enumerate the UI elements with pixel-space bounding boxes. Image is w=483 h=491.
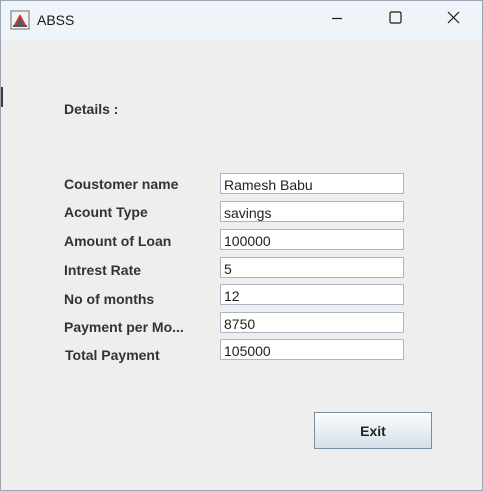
title-bar[interactable]: ABSS [1, 1, 482, 39]
monthly-payment-label: Payment per Mo... [64, 319, 184, 335]
maximize-icon [388, 11, 402, 29]
exit-button[interactable]: Exit [314, 412, 432, 449]
content-panel: Details : Coustomer name Ramesh Babu Aco… [1, 39, 482, 490]
loan-amount-field[interactable]: 100000 [220, 229, 404, 250]
customer-name-label: Coustomer name [64, 176, 179, 192]
months-label: No of months [64, 291, 155, 307]
java-app-icon [10, 10, 30, 30]
months-field[interactable]: 12 [220, 284, 404, 305]
interest-rate-field[interactable]: 5 [220, 257, 404, 278]
interest-rate-label: Intrest Rate [64, 262, 142, 278]
close-icon [447, 11, 460, 29]
total-payment-field[interactable]: 105000 [220, 339, 404, 360]
maximize-button[interactable] [366, 1, 424, 39]
customer-name-field[interactable]: Ramesh Babu [220, 173, 404, 194]
close-button[interactable] [424, 1, 482, 39]
app-window: ABSS Details : Coustomer name Ramesh Bab… [0, 0, 483, 491]
minimize-icon [331, 11, 343, 29]
left-edge-marker [1, 87, 3, 107]
total-payment-label: Total Payment [65, 347, 160, 363]
monthly-payment-field[interactable]: 8750 [220, 312, 404, 333]
minimize-button[interactable] [308, 1, 366, 39]
account-type-label: Acount Type [64, 204, 148, 220]
loan-amount-label: Amount of Loan [64, 233, 172, 249]
window-title: ABSS [37, 12, 75, 28]
account-type-field[interactable]: savings [220, 201, 404, 222]
details-heading: Details : [64, 101, 119, 117]
